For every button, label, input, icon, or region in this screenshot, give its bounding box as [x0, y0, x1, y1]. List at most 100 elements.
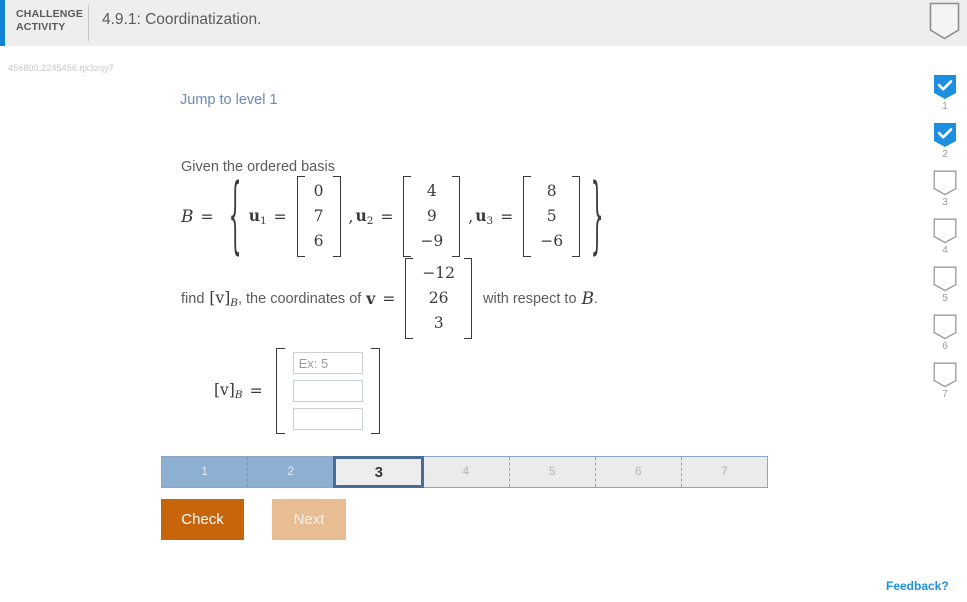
right-curly-brace: } [590, 164, 604, 264]
u2-equals: = [380, 207, 394, 226]
find-lead: find [181, 290, 205, 307]
bracket-right [452, 176, 461, 257]
u1-value-1: 0 [313, 182, 324, 200]
bookmark-outline-icon[interactable] [929, 2, 960, 40]
basis-equals: = [200, 207, 214, 226]
basis-definition: B = { u1 = 0 7 6 , u2 = 4 9 −9 , u3 = 8 [181, 164, 611, 264]
bookmark-outline-icon [933, 218, 957, 244]
u3-value-1: 8 [546, 182, 557, 200]
header-accent-bar [0, 0, 5, 46]
u2-symbol: u [355, 206, 367, 226]
u2-index: 2 [366, 214, 374, 227]
bookmark-outline-icon [933, 266, 957, 292]
basis-comma-1: , [348, 207, 354, 226]
bracket-left [403, 176, 412, 257]
rail-item-2[interactable]: 2 [928, 122, 962, 162]
rail-item-3[interactable]: 3 [928, 170, 962, 210]
rail-number-6: 6 [942, 341, 948, 352]
find-instruction: find [v]B , the coordinates of v = −12 2… [181, 258, 598, 339]
rail-item-1[interactable]: 1 [928, 74, 962, 114]
u2-value-2: 9 [426, 207, 437, 225]
answer-input-1[interactable] [292, 352, 363, 374]
activity-header: CHALLENGE ACTIVITY 4.9.1: Coordinatizati… [0, 0, 967, 46]
basis-vector-2: 4 9 −9 [403, 176, 461, 257]
rail-number-5: 5 [942, 293, 948, 304]
bracket-left [405, 258, 414, 339]
find-middle: , the coordinates of [237, 290, 362, 307]
progress-step-3[interactable]: 3 [333, 456, 425, 488]
u1-value-2: 7 [313, 207, 324, 225]
coord-bracket-v: [v] [209, 288, 231, 307]
feedback-link[interactable]: Feedback? [886, 579, 949, 593]
v-equals: = [382, 289, 396, 308]
u1-index: 1 [259, 214, 267, 227]
find-trailing: with respect to [483, 290, 577, 307]
level-progress-bar: 1 2 3 4 5 6 7 [161, 456, 768, 488]
find-basis-symbol: B [581, 288, 595, 309]
rail-number-1: 1 [942, 101, 948, 112]
answer-input-3[interactable] [292, 408, 363, 430]
basis-vector-3-label: u3 [475, 206, 493, 227]
u2-value-1: 4 [426, 182, 437, 200]
basis-vector-1-label: u1 [249, 206, 267, 227]
rail-item-7[interactable]: 7 [928, 362, 962, 402]
level-marker-rail: 1 2 3 4 5 6 7 [928, 74, 962, 410]
v-value-1: −12 [422, 264, 456, 282]
bookmark-check-icon [933, 74, 957, 100]
bookmark-outline-icon [933, 362, 957, 388]
u1-value-3: 6 [313, 232, 324, 250]
v-value-3: 3 [433, 314, 444, 332]
answer-equals: = [249, 382, 263, 400]
u3-equals: = [500, 207, 514, 226]
jump-to-level-link[interactable]: Jump to level 1 [180, 92, 278, 108]
answer-coord-bracket-v: [v] [214, 381, 235, 400]
header-divider [88, 5, 89, 41]
left-curly-brace: { [228, 164, 241, 264]
rail-item-6[interactable]: 6 [928, 314, 962, 354]
progress-step-7[interactable]: 7 [681, 457, 767, 487]
challenge-activity-label-line2: ACTIVITY [16, 21, 66, 33]
bracket-right [464, 258, 473, 339]
coord-sub-basis: B [230, 296, 238, 309]
check-button[interactable]: Check [161, 499, 244, 540]
v-value-2: 26 [428, 289, 449, 307]
bookmark-outline-icon [933, 170, 957, 196]
bookmark-outline-icon [933, 314, 957, 340]
u3-index: 3 [486, 214, 494, 227]
answer-area: [v]B = [214, 348, 380, 434]
bracket-right [370, 348, 380, 434]
bracket-left [523, 176, 532, 257]
bracket-right [572, 176, 581, 257]
progress-step-4[interactable]: 4 [423, 457, 510, 487]
rail-item-4[interactable]: 4 [928, 218, 962, 258]
bracket-right [332, 176, 341, 257]
rail-item-5[interactable]: 5 [928, 266, 962, 306]
challenge-activity-label-line1: CHALLENGE [16, 8, 84, 20]
u3-value-3: −6 [540, 232, 564, 250]
rail-number-2: 2 [942, 149, 948, 160]
u3-symbol: u [475, 206, 487, 226]
answer-coord-symbol: [v]B [214, 381, 243, 401]
basis-symbol: B [181, 206, 194, 227]
basis-vector-3: 8 5 −6 [523, 176, 581, 257]
u2-value-3: −9 [420, 232, 444, 250]
answer-coord-sub: B [234, 388, 243, 401]
rail-number-7: 7 [942, 389, 948, 400]
activity-id: 456800.2245456.qx3zqy7 [8, 63, 114, 73]
u1-symbol: u [248, 206, 260, 226]
answer-input-2[interactable] [292, 380, 363, 402]
progress-step-6[interactable]: 6 [595, 457, 682, 487]
progress-step-1[interactable]: 1 [162, 457, 249, 487]
bracket-left [275, 348, 285, 434]
next-button[interactable]: Next [272, 499, 346, 540]
v-symbol: v [366, 289, 376, 308]
progress-step-5[interactable]: 5 [509, 457, 596, 487]
prompt-prefix: Given the ordered basis [181, 159, 335, 175]
coord-symbol: [v]B [209, 289, 238, 309]
find-period: . [594, 290, 599, 307]
u1-equals: = [273, 207, 287, 226]
bookmark-check-icon [933, 122, 957, 148]
answer-vector [275, 348, 380, 434]
v-vector: −12 26 3 [405, 258, 473, 339]
progress-step-2[interactable]: 2 [248, 457, 335, 487]
